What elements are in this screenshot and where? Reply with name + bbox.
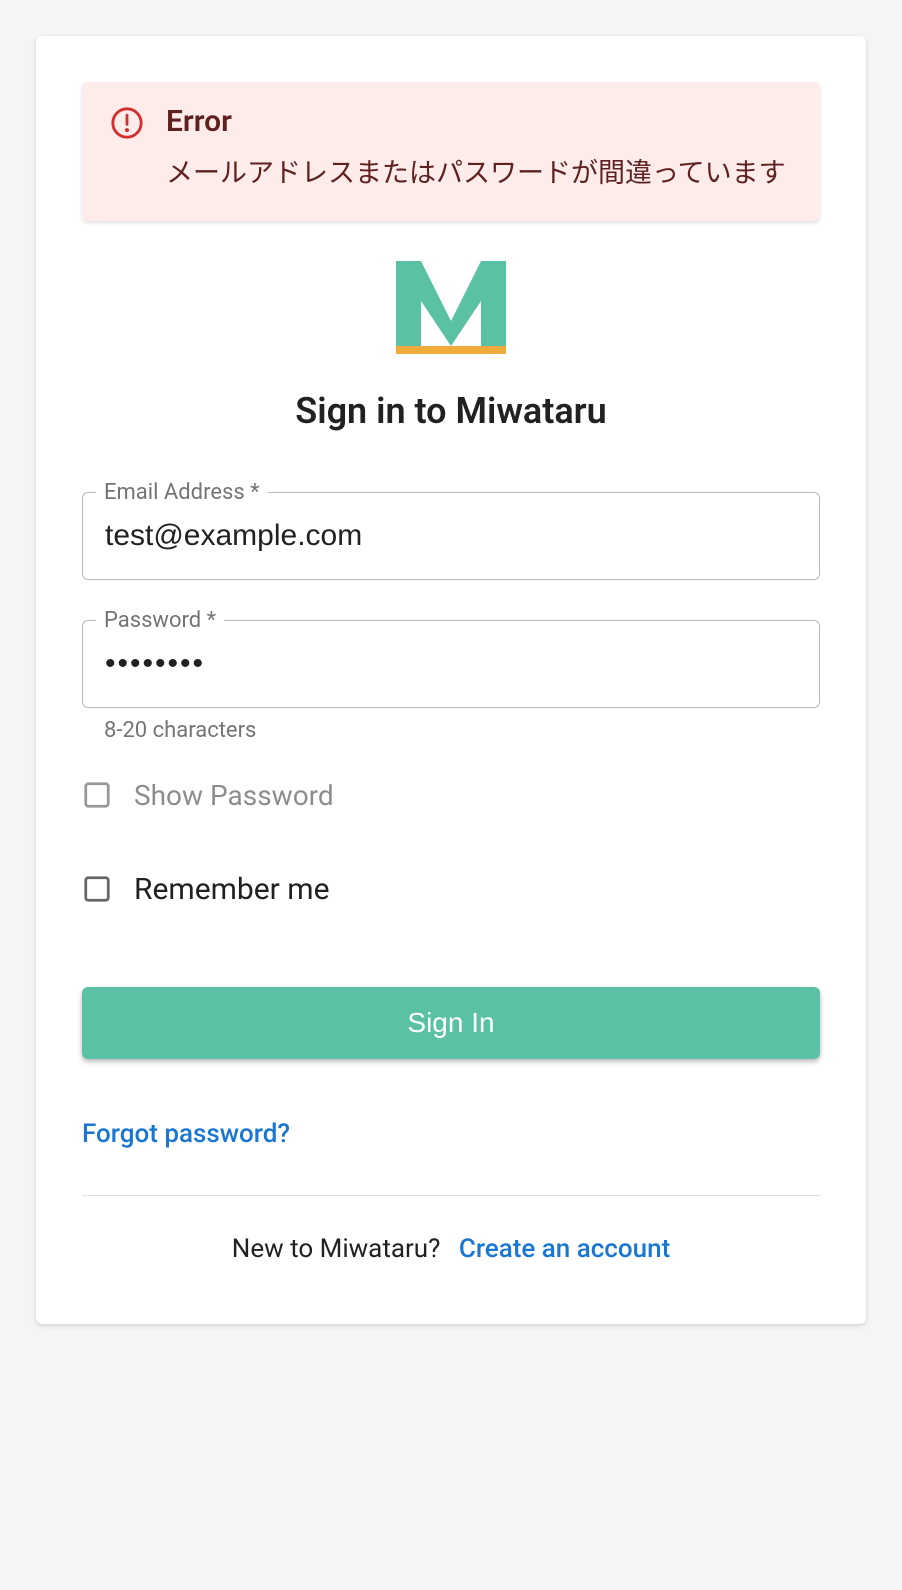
checkbox-unchecked-icon <box>82 780 112 810</box>
forgot-password-link[interactable]: Forgot password? <box>82 1119 290 1149</box>
create-account-link[interactable]: Create an account <box>459 1234 670 1264</box>
sign-in-button[interactable]: Sign In <box>82 987 820 1059</box>
password-helper: 8-20 characters <box>104 718 820 743</box>
checkbox-unchecked-icon <box>82 874 112 904</box>
error-message: メールアドレスまたはパスワードが間違っています <box>166 153 792 195</box>
error-title: Error <box>166 104 792 139</box>
email-field-wrap: Email Address * <box>82 492 820 580</box>
show-password-label: Show Password <box>134 779 334 812</box>
app-logo <box>82 261 820 360</box>
signin-card: Error メールアドレスまたはパスワードが間違っています Sign in to… <box>36 36 866 1324</box>
page-title: Sign in to Miwataru <box>82 390 820 432</box>
signup-prompt-text: New to Miwataru? <box>232 1234 441 1264</box>
password-label: Password * <box>96 608 224 633</box>
show-password-toggle[interactable]: Show Password <box>82 779 820 812</box>
signup-prompt: New to Miwataru? Create an account <box>82 1234 820 1264</box>
divider <box>82 1195 820 1196</box>
email-label: Email Address * <box>96 480 268 505</box>
error-alert: Error メールアドレスまたはパスワードが間違っています <box>82 82 820 221</box>
email-input[interactable] <box>82 492 820 580</box>
error-icon <box>110 106 144 140</box>
password-input[interactable] <box>82 620 820 708</box>
remember-me-toggle[interactable]: Remember me <box>82 872 820 907</box>
remember-me-label: Remember me <box>134 872 330 907</box>
password-field-wrap: Password * <box>82 620 820 708</box>
